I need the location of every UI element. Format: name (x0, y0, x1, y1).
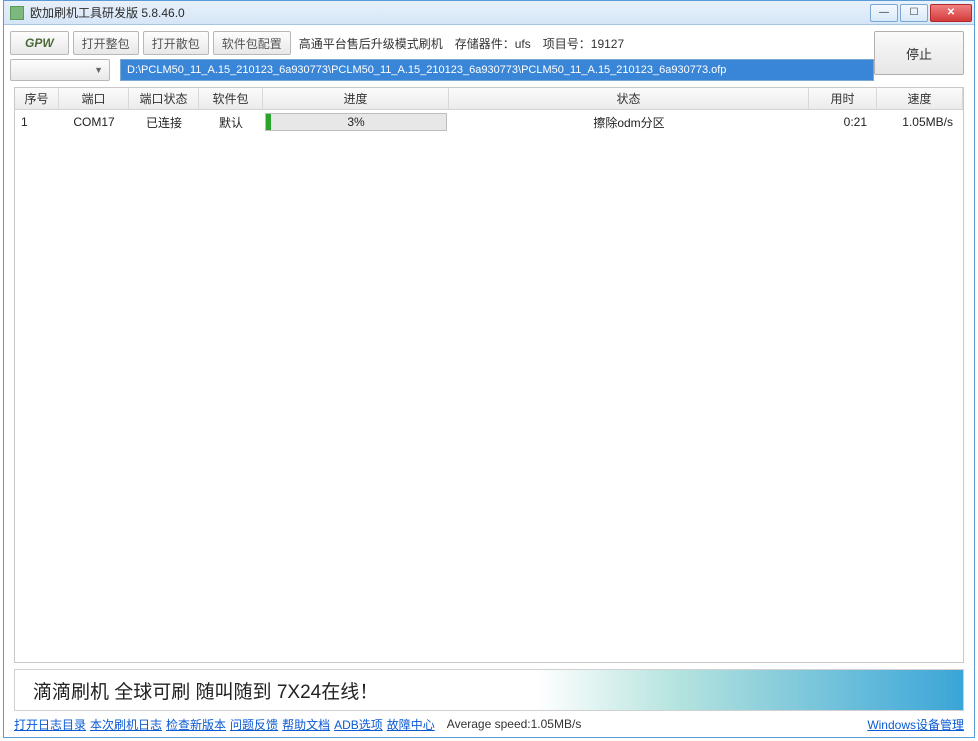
chevron-down-icon: ▼ (94, 65, 103, 75)
link-windows-device-manager[interactable]: Windows设备管理 (867, 716, 964, 733)
link-this-log[interactable]: 本次刷机日志 (90, 716, 162, 733)
link-open-log-dir[interactable]: 打开日志目录 (14, 716, 86, 733)
link-fault-center[interactable]: 故障中心 (387, 716, 435, 733)
footer: 打开日志目录 本次刷机日志 检查新版本 问题反馈 帮助文档 ADB选项 故障中心… (4, 713, 974, 737)
th-speed[interactable]: 速度 (877, 88, 963, 109)
open-full-package-button[interactable]: 打开整包 (73, 31, 139, 55)
th-progress[interactable]: 进度 (263, 88, 449, 109)
th-index[interactable]: 序号 (15, 88, 59, 109)
table-row[interactable]: 1 COM17 已连接 默认 3% 擦除odm分区 0:21 1.05MB/s (15, 110, 963, 134)
titlebar: 欧加刷机工具研发版 5.8.46.0 — ☐ ✕ (4, 1, 974, 25)
minimize-button[interactable]: — (870, 4, 898, 22)
th-port[interactable]: 端口 (59, 88, 129, 109)
cell-port-status: 已连接 (129, 114, 199, 131)
cell-status: 擦除odm分区 (449, 114, 809, 131)
stop-button[interactable]: 停止 (874, 31, 964, 75)
link-feedback[interactable]: 问题反馈 (230, 716, 278, 733)
avg-speed-label: Average speed:1.05MB/s (447, 717, 582, 731)
cell-package: 默认 (199, 114, 263, 131)
th-package[interactable]: 软件包 (199, 88, 263, 109)
cell-speed: 1.05MB/s (877, 115, 963, 129)
app-window: 欧加刷机工具研发版 5.8.46.0 — ☐ ✕ GPW 打开整包 打开散包 软… (3, 0, 975, 738)
progress-text: 3% (266, 114, 446, 130)
th-time[interactable]: 用时 (809, 88, 877, 109)
open-scatter-package-button[interactable]: 打开散包 (143, 31, 209, 55)
link-help-doc[interactable]: 帮助文档 (282, 716, 330, 733)
window-controls: — ☐ ✕ (870, 4, 972, 22)
toolbar-area: GPW 打开整包 打开散包 软件包配置 高通平台售后升级模式刷机 存储器件：uf… (4, 25, 974, 85)
table-header: 序号 端口 端口状态 软件包 进度 状态 用时 速度 (15, 88, 963, 110)
cell-progress: 3% (263, 113, 449, 131)
link-adb-options[interactable]: ADB选项 (334, 716, 383, 733)
close-button[interactable]: ✕ (930, 4, 972, 22)
progress-bar: 3% (265, 113, 447, 131)
flash-mode-text: 高通平台售后升级模式刷机 (295, 35, 447, 52)
package-path-field[interactable]: D:\PCLM50_11_A.15_210123_6a930773\PCLM50… (120, 59, 874, 81)
package-config-button[interactable]: 软件包配置 (213, 31, 291, 55)
package-dropdown[interactable]: ▼ (10, 59, 110, 81)
gpw-button[interactable]: GPW (10, 31, 69, 55)
window-title: 欧加刷机工具研发版 5.8.46.0 (30, 4, 870, 21)
promo-banner: 滴滴刷机 全球可刷 随叫随到 7X24在线！ (14, 669, 964, 711)
storage-label: 存储器件：ufs (451, 35, 535, 52)
cell-index: 1 (15, 115, 59, 129)
cell-time: 0:21 (809, 115, 877, 129)
th-status[interactable]: 状态 (449, 88, 809, 109)
project-label: 项目号：19127 (539, 35, 628, 52)
cell-port: COM17 (59, 115, 129, 129)
th-port-status[interactable]: 端口状态 (129, 88, 199, 109)
app-icon (10, 6, 24, 20)
link-check-update[interactable]: 检查新版本 (166, 716, 226, 733)
maximize-button[interactable]: ☐ (900, 4, 928, 22)
device-table: 序号 端口 端口状态 软件包 进度 状态 用时 速度 1 COM17 已连接 默… (14, 87, 964, 663)
